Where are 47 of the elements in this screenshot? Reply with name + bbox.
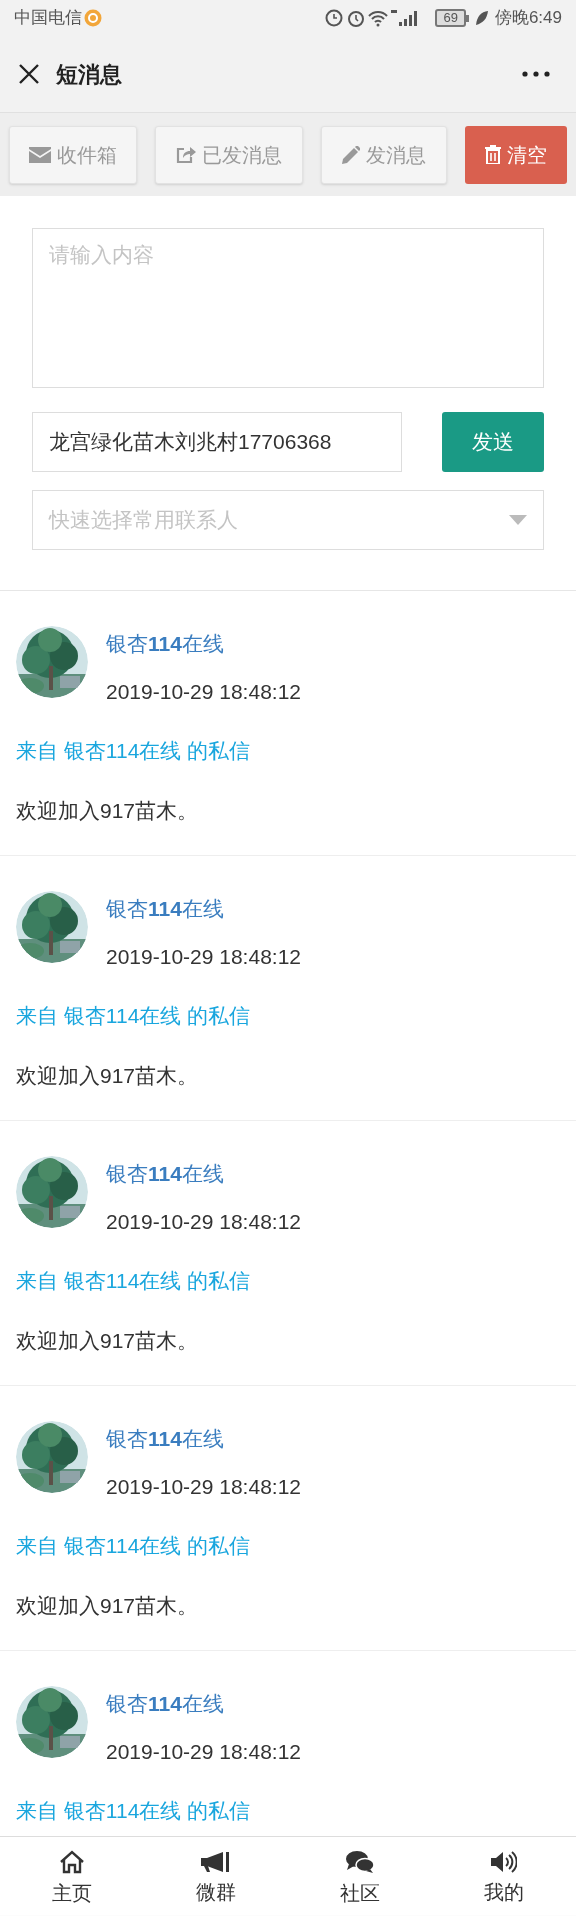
clock-time: 傍晚6:49 xyxy=(494,7,562,30)
sender-name[interactable]: 银杏114在线 xyxy=(106,894,224,924)
send-button[interactable]: 发送 xyxy=(442,412,544,472)
message-subject[interactable]: 来自 银杏114在线 的私信 xyxy=(16,736,251,766)
message-body: 欢迎加入917苗木。 xyxy=(16,1328,199,1354)
compose-button[interactable]: 发消息 xyxy=(321,125,447,184)
sender-name[interactable]: 银杏114在线 xyxy=(106,629,224,659)
battery-indicator: 69 xyxy=(435,9,469,27)
leaf-icon xyxy=(474,10,489,26)
pencil-icon xyxy=(342,145,360,164)
message-time: 2019-10-29 18:48:12 xyxy=(106,944,301,970)
sent-messages-button[interactable]: 已发消息 xyxy=(155,125,303,184)
message-subject[interactable]: 来自 银杏114在线 的私信 xyxy=(16,1796,251,1826)
nav-tab[interactable]: 我的 xyxy=(484,1850,524,1907)
carrier-name: 中国电信 xyxy=(14,7,82,30)
share-icon xyxy=(176,145,196,164)
message-body: 欢迎加入917苗木。 xyxy=(16,1593,199,1619)
close-icon[interactable] xyxy=(18,63,40,85)
page-title: 短消息 xyxy=(56,60,122,89)
message-subject[interactable]: 来自 银杏114在线 的私信 xyxy=(16,1266,251,1296)
message-input[interactable]: 请输入内容 xyxy=(32,228,544,388)
inbox-button[interactable]: 收件箱 xyxy=(9,125,137,184)
chat-bubbles-icon xyxy=(346,1849,374,1874)
clear-button[interactable]: 清空 xyxy=(465,125,567,184)
home-icon xyxy=(59,1849,85,1874)
envelope-icon xyxy=(29,146,51,163)
sender-name[interactable]: 银杏114在线 xyxy=(106,1424,224,1454)
carrier-badge-icon xyxy=(84,9,102,27)
message-body: 欢迎加入917苗木。 xyxy=(16,1063,199,1089)
dropdown-caret-icon xyxy=(509,515,527,525)
trash-icon xyxy=(485,145,501,164)
message-time: 2019-10-29 18:48:12 xyxy=(106,1209,301,1235)
sender-name[interactable]: 银杏114在线 xyxy=(106,1159,224,1189)
nav-tab[interactable]: 社区 xyxy=(340,1849,380,1908)
recipient-field[interactable]: 龙宫绿化苗木刘兆村17706368 xyxy=(32,412,402,472)
megaphone-icon xyxy=(201,1850,231,1873)
more-icon[interactable] xyxy=(522,71,550,77)
message-body: 欢迎加入917苗木。 xyxy=(16,798,199,824)
sender-name[interactable]: 银杏114在线 xyxy=(106,1689,224,1719)
message-time: 2019-10-29 18:48:12 xyxy=(106,1739,301,1765)
message-subject[interactable]: 来自 银杏114在线 的私信 xyxy=(16,1531,251,1561)
speaker-icon xyxy=(491,1850,517,1873)
message-time: 2019-10-29 18:48:12 xyxy=(106,679,301,705)
message-time: 2019-10-29 18:48:12 xyxy=(106,1474,301,1500)
nav-tab[interactable]: 主页 xyxy=(52,1849,92,1908)
nav-tab[interactable]: 微群 xyxy=(196,1850,236,1907)
message-subject[interactable]: 来自 银杏114在线 的私信 xyxy=(16,1001,251,1031)
